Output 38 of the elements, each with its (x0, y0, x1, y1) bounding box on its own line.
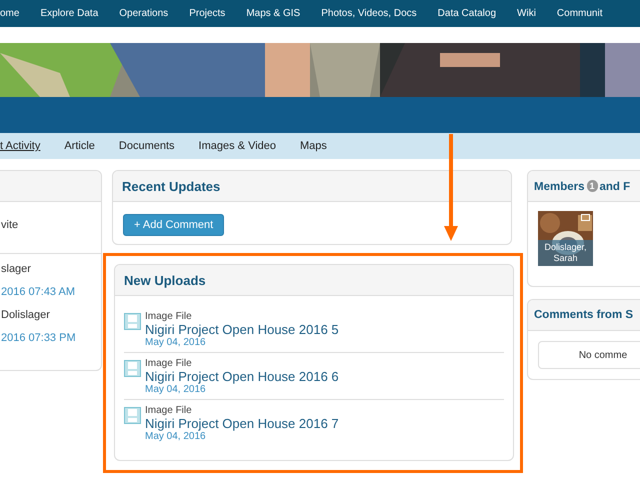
empty-message: No comme (578, 350, 628, 360)
nav-link[interactable]: Communit (556, 8, 602, 19)
nav-link[interactable]: Wiki (517, 8, 536, 19)
nav-link[interactable]: Projects (189, 8, 226, 19)
nav-link[interactable]: Data Catalog (438, 8, 496, 19)
tab[interactable]: Article (64, 140, 95, 152)
film-icon (124, 360, 141, 377)
user-name: slager (1, 262, 32, 277)
upload-date: May 04, 2016 (145, 431, 207, 442)
upload-date: May 04, 2016 (145, 384, 207, 395)
timestamp: 2016 07:33 PM (1, 331, 77, 346)
timestamp: 2016 07:43 AM (1, 285, 76, 300)
file-type: Image File (145, 311, 193, 322)
nav-link[interactable]: Photos, Videos, Docs (321, 8, 417, 19)
member-name[interactable]: Dolislager, Sarah (538, 240, 593, 266)
nav-link[interactable]: Maps & GIS (246, 8, 300, 19)
user-name: Dolislager (1, 308, 51, 323)
card-title: New Uploads (124, 272, 206, 288)
nav-link[interactable]: Explore Data (40, 8, 98, 19)
invite-text: vite (1, 218, 20, 233)
upload-date: May 04, 2016 (145, 337, 207, 348)
card-title: Recent Updates (122, 178, 220, 194)
tab[interactable]: Images & Video (198, 140, 276, 152)
nav-link[interactable]: Operations (119, 8, 168, 19)
card-title: Members 1 and F (534, 180, 630, 192)
file-type: Image File (145, 358, 193, 369)
card-title: Comments from S (534, 309, 634, 321)
tab[interactable]: t Activity (0, 140, 40, 152)
film-icon (124, 313, 141, 330)
upload-link[interactable]: Nigiri Project Open House 2016 7 (145, 416, 339, 431)
upload-link[interactable]: Nigiri Project Open House 2016 6 (145, 369, 339, 384)
nav-link[interactable]: ome (0, 8, 20, 19)
upload-link[interactable]: Nigiri Project Open House 2016 5 (145, 322, 339, 337)
image-icon[interactable] (581, 214, 590, 221)
tab[interactable]: Documents (118, 140, 175, 152)
tab[interactable]: Maps (300, 140, 327, 152)
film-icon (124, 407, 141, 424)
file-type: Image File (145, 405, 193, 416)
